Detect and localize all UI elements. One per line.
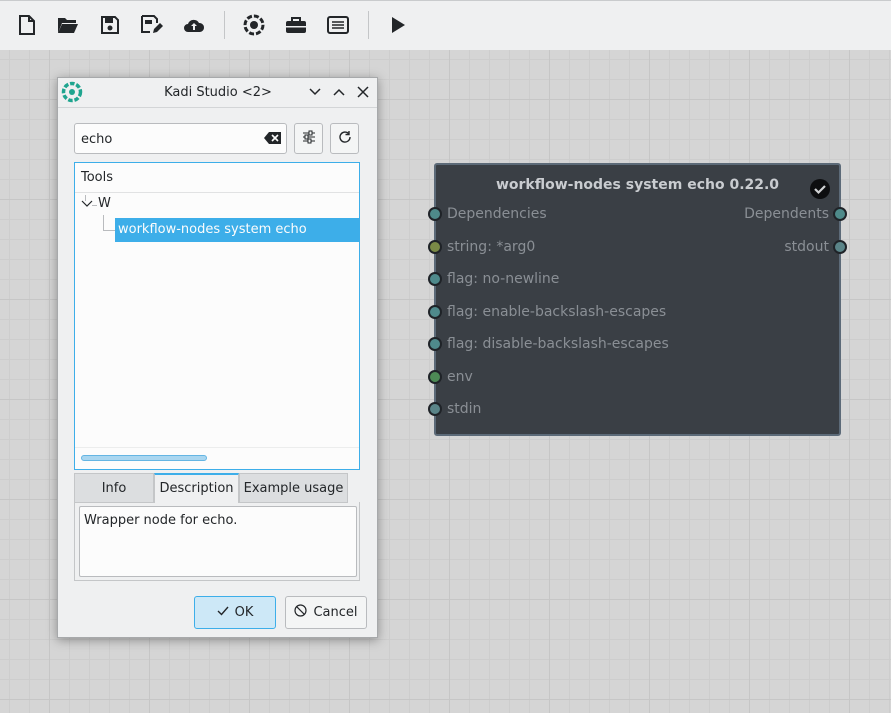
upload-cloud-icon[interactable] [179, 10, 209, 40]
port-label: Dependencies [447, 206, 547, 222]
input-port[interactable] [428, 240, 442, 254]
open-folder-icon[interactable] [53, 10, 83, 40]
output-port-row[interactable]: Dependents [679, 204, 847, 224]
minimize-icon[interactable] [307, 84, 323, 100]
cancel-label: Cancel [313, 605, 358, 620]
list-icon[interactable] [323, 10, 353, 40]
input-port-row[interactable]: Dependencies [428, 204, 676, 224]
port-label: string: *arg0 [447, 239, 536, 255]
input-port-row[interactable]: stdin [428, 399, 676, 419]
node-title: workflow-nodes system echo 0.22.0 [495, 177, 780, 193]
tab-info[interactable]: Info [74, 473, 154, 503]
tree-branch-line [103, 230, 115, 231]
input-port[interactable] [428, 272, 442, 286]
tree-branch-line [103, 215, 104, 230]
input-port-row[interactable]: env [428, 367, 676, 387]
main-toolbar [0, 0, 891, 50]
run-icon[interactable] [383, 10, 413, 40]
port-label: flag: disable-backslash-escapes [447, 336, 669, 352]
port-label: stdout [784, 239, 829, 255]
tool-selection-dialog: Kadi Studio <2> Tools W [57, 77, 378, 638]
output-port[interactable] [833, 240, 847, 254]
refresh-button[interactable] [330, 123, 359, 154]
save-as-icon[interactable] [137, 10, 167, 40]
save-icon[interactable] [95, 10, 125, 40]
clear-text-icon[interactable] [264, 131, 282, 147]
tree-header: Tools [75, 163, 359, 193]
toolbox-icon[interactable] [281, 10, 311, 40]
port-label: flag: no-newline [447, 271, 560, 287]
toolbar-separator [224, 11, 225, 39]
output-port-row[interactable]: stdout [679, 237, 847, 257]
search-field[interactable] [74, 123, 287, 154]
input-port[interactable] [428, 370, 442, 384]
input-port-row[interactable]: flag: disable-backslash-escapes [428, 334, 676, 354]
workflow-node[interactable]: workflow-nodes system echo 0.22.0 Depend… [428, 163, 847, 436]
close-icon[interactable] [355, 84, 371, 100]
search-input[interactable] [81, 129, 251, 149]
port-label: env [447, 369, 473, 385]
dialog-titlebar[interactable]: Kadi Studio <2> [58, 78, 377, 108]
tab-example-usage[interactable]: Example usage [239, 473, 348, 503]
info-tabs: Info Description Example usage [74, 473, 360, 503]
input-port-row[interactable]: flag: no-newline [428, 269, 676, 289]
maximize-icon[interactable] [331, 84, 347, 100]
check-icon [217, 605, 229, 620]
tree-branch-line [92, 205, 97, 206]
check-circle-icon [809, 178, 831, 200]
description-text: Wrapper node for echo. [79, 506, 357, 577]
cancel-button[interactable]: Cancel [285, 596, 367, 629]
input-port-row[interactable]: flag: enable-backslash-escapes [428, 302, 676, 322]
tab-description[interactable]: Description [154, 473, 239, 503]
dialog-title: Kadi Studio <2> [164, 85, 272, 100]
tree-item-echo[interactable]: workflow-nodes system echo [115, 218, 359, 242]
ok-label: OK [234, 605, 254, 620]
toolbar-separator [368, 11, 369, 39]
port-label: Dependents [744, 206, 829, 222]
input-port[interactable] [428, 305, 442, 319]
filter-settings-button[interactable] [294, 123, 323, 154]
tree-group-w[interactable]: W [98, 196, 111, 211]
input-port-row[interactable]: string: *arg0 [428, 237, 676, 257]
new-file-icon[interactable] [12, 10, 42, 40]
input-port[interactable] [428, 207, 442, 221]
input-port[interactable] [428, 337, 442, 351]
sliders-icon [302, 130, 316, 148]
description-panel: Wrapper node for echo. [74, 502, 360, 581]
ok-button[interactable]: OK [194, 596, 276, 629]
output-port[interactable] [833, 207, 847, 221]
input-port[interactable] [428, 402, 442, 416]
scrollbar-thumb[interactable] [81, 455, 207, 461]
refresh-icon [338, 130, 352, 148]
kadi-logo-icon[interactable] [239, 10, 269, 40]
port-label: stdin [447, 401, 482, 417]
tools-tree[interactable]: Tools W workflow-nodes system echo [74, 162, 360, 470]
port-label: flag: enable-backslash-escapes [447, 304, 667, 320]
cancel-icon [294, 604, 308, 621]
horizontal-scrollbar[interactable] [75, 447, 359, 469]
